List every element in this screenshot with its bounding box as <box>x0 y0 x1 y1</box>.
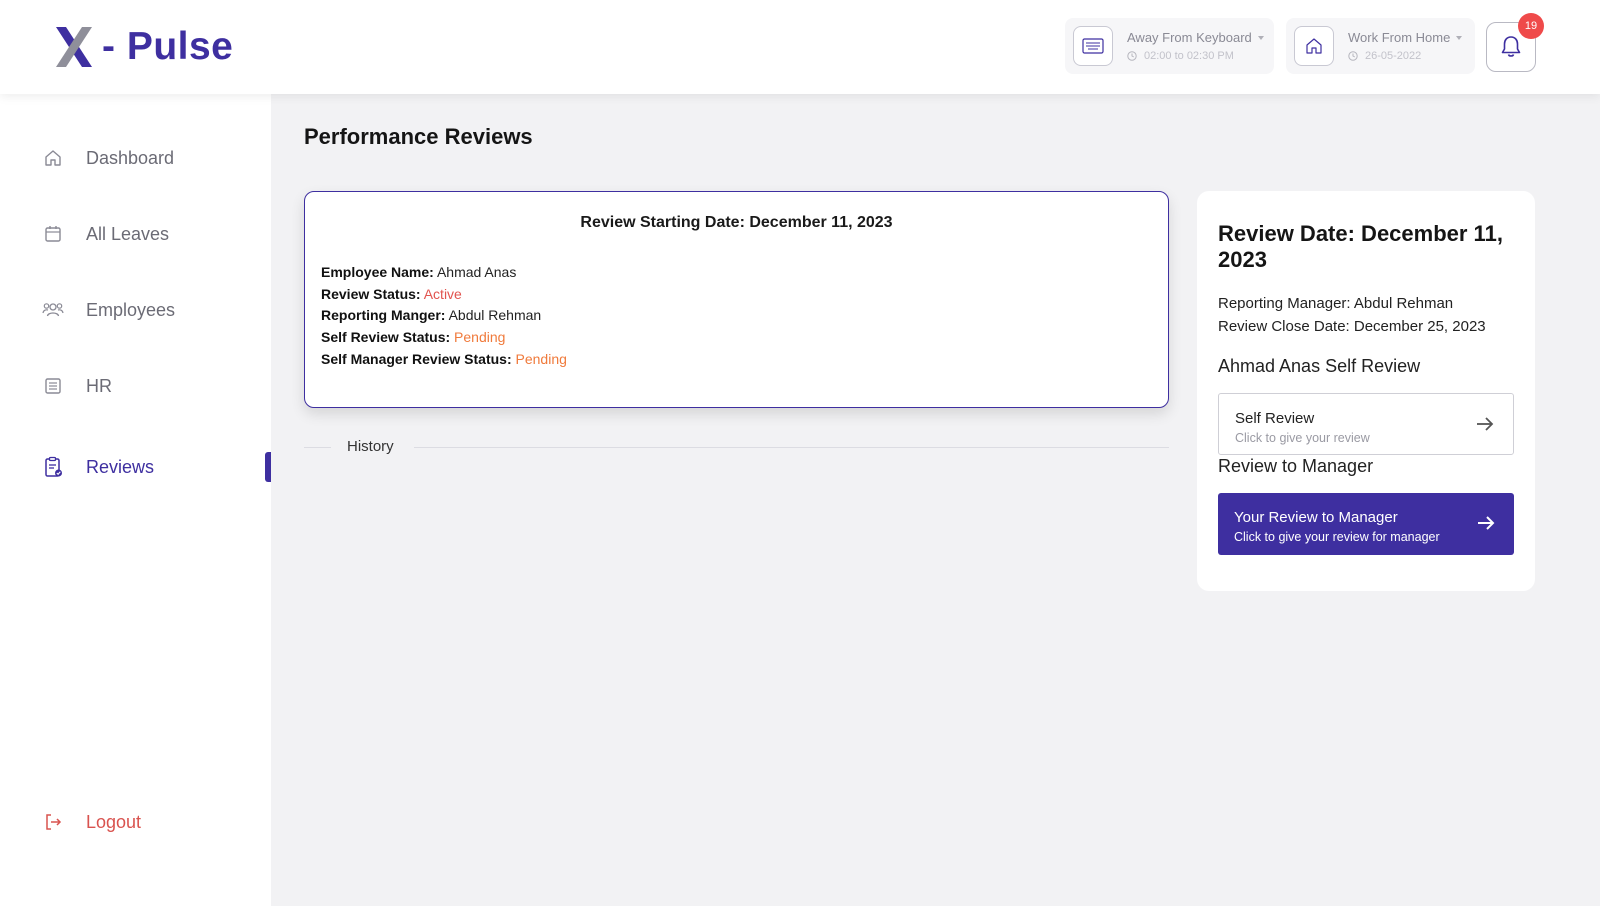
review-to-manager-button[interactable]: Your Review to Manager Click to give you… <box>1218 493 1514 555</box>
notification-count-badge: 19 <box>1518 13 1544 39</box>
home-icon <box>42 147 64 169</box>
logout-button[interactable]: Logout <box>42 807 141 837</box>
review-detail-panel: Review Date: December 11, 2023 Reporting… <box>1197 191 1535 591</box>
sidebar: Dashboard All Leaves Employees HR Review… <box>0 94 271 906</box>
field-label: Employee Name: <box>321 264 434 280</box>
work-from-home-card[interactable]: Work From Home 26-05-2022 <box>1286 18 1475 74</box>
sidebar-item-dashboard[interactable]: Dashboard <box>42 143 174 173</box>
field-label: Self Review Status: <box>321 329 451 346</box>
sidebar-item-all-leaves[interactable]: All Leaves <box>42 219 169 249</box>
field-label: Self Manager Review Status: <box>321 350 512 367</box>
self-review-heading: Ahmad Anas Self Review <box>1218 356 1421 376</box>
self-manager-review-status-row: Self Manager Review Status: Pending <box>321 349 567 371</box>
history-divider: History <box>304 437 1169 457</box>
reporting-manager-text: Reporting Manager: Abdul Rehman <box>1218 295 1454 312</box>
history-label: History <box>347 438 394 455</box>
divider-line <box>414 447 1169 448</box>
chevron-down-icon[interactable] <box>1456 35 1463 40</box>
reporting-manager-row: Reporting Manger: Abdul Rehman <box>321 305 567 327</box>
self-review-subtitle: Click to give your review <box>1235 431 1370 445</box>
logout-icon <box>42 811 64 833</box>
logo-x-mark <box>56 27 92 67</box>
list-icon <box>42 375 64 397</box>
calendar-icon <box>42 223 64 245</box>
sidebar-item-label: Employees <box>86 299 176 320</box>
employee-name-value: Ahmad Anas <box>436 264 517 280</box>
review-date-title: Review Date: December 11, 2023 <box>1218 221 1503 272</box>
sidebar-item-label: Dashboard <box>86 147 175 168</box>
page-title: Performance Reviews <box>304 124 533 149</box>
self-review-status-value: Pending <box>454 329 506 346</box>
arrow-right-icon <box>1477 417 1494 431</box>
field-label: Review Status: <box>321 285 421 302</box>
manager-review-title: Your Review to Manager <box>1234 509 1398 526</box>
logout-label: Logout <box>86 811 142 832</box>
active-indicator <box>265 452 271 482</box>
top-header: - Pulse Away From Keyboard 02:00 to 02:3… <box>0 0 1600 94</box>
brand-name: - Pulse <box>102 25 234 68</box>
manager-review-subtitle: Click to give your review for manager <box>1234 530 1440 544</box>
review-summary-card: Review Starting Date: December 11, 2023 … <box>304 191 1169 408</box>
home-icon <box>1294 26 1334 66</box>
clock-icon <box>1127 51 1137 61</box>
chevron-down-icon[interactable] <box>1257 35 1264 40</box>
sidebar-item-hr[interactable]: HR <box>42 371 112 401</box>
sidebar-item-reviews[interactable]: Reviews <box>42 452 154 482</box>
review-status-value: Active <box>423 285 462 302</box>
away-from-keyboard-card[interactable]: Away From Keyboard 02:00 to 02:30 PM <box>1065 18 1274 74</box>
self-review-status-row: Self Review Status: Pending <box>321 327 567 349</box>
clock-icon <box>1348 51 1358 61</box>
sidebar-item-employees[interactable]: Employees <box>42 295 175 325</box>
sidebar-item-label: All Leaves <box>86 223 170 244</box>
sidebar-item-label: HR <box>86 375 112 396</box>
field-label: Reporting Manger: <box>321 307 446 324</box>
status-subtitle: 26-05-2022 <box>1365 50 1422 62</box>
review-starting-date: Review Starting Date: December 11, 2023 <box>580 214 893 231</box>
status-subtitle: 02:00 to 02:30 PM <box>1144 50 1234 62</box>
self-review-title: Self Review <box>1235 410 1315 427</box>
divider-line <box>304 447 331 448</box>
keyboard-icon <box>1073 26 1113 66</box>
self-manager-review-status-value: Pending <box>515 350 567 367</box>
users-icon <box>42 299 64 321</box>
review-close-date-text: Review Close Date: December 25, 2023 <box>1218 318 1486 335</box>
reporting-manager-value: Abdul Rehman <box>448 307 542 324</box>
employee-name-row: Employee Name: Ahmad Anas <box>321 262 567 284</box>
self-review-button[interactable]: Self Review Click to give your review <box>1218 393 1514 455</box>
status-title: Work From Home <box>1348 30 1451 45</box>
review-to-manager-heading: Review to Manager <box>1218 456 1374 476</box>
status-title: Away From Keyboard <box>1127 30 1252 45</box>
arrow-right-icon <box>1478 516 1495 530</box>
clipboard-icon <box>42 456 64 478</box>
bell-icon <box>1501 36 1521 57</box>
sidebar-item-label: Reviews <box>86 456 155 477</box>
app-logo[interactable]: - Pulse <box>54 22 233 72</box>
review-status-row: Review Status: Active <box>321 284 567 306</box>
